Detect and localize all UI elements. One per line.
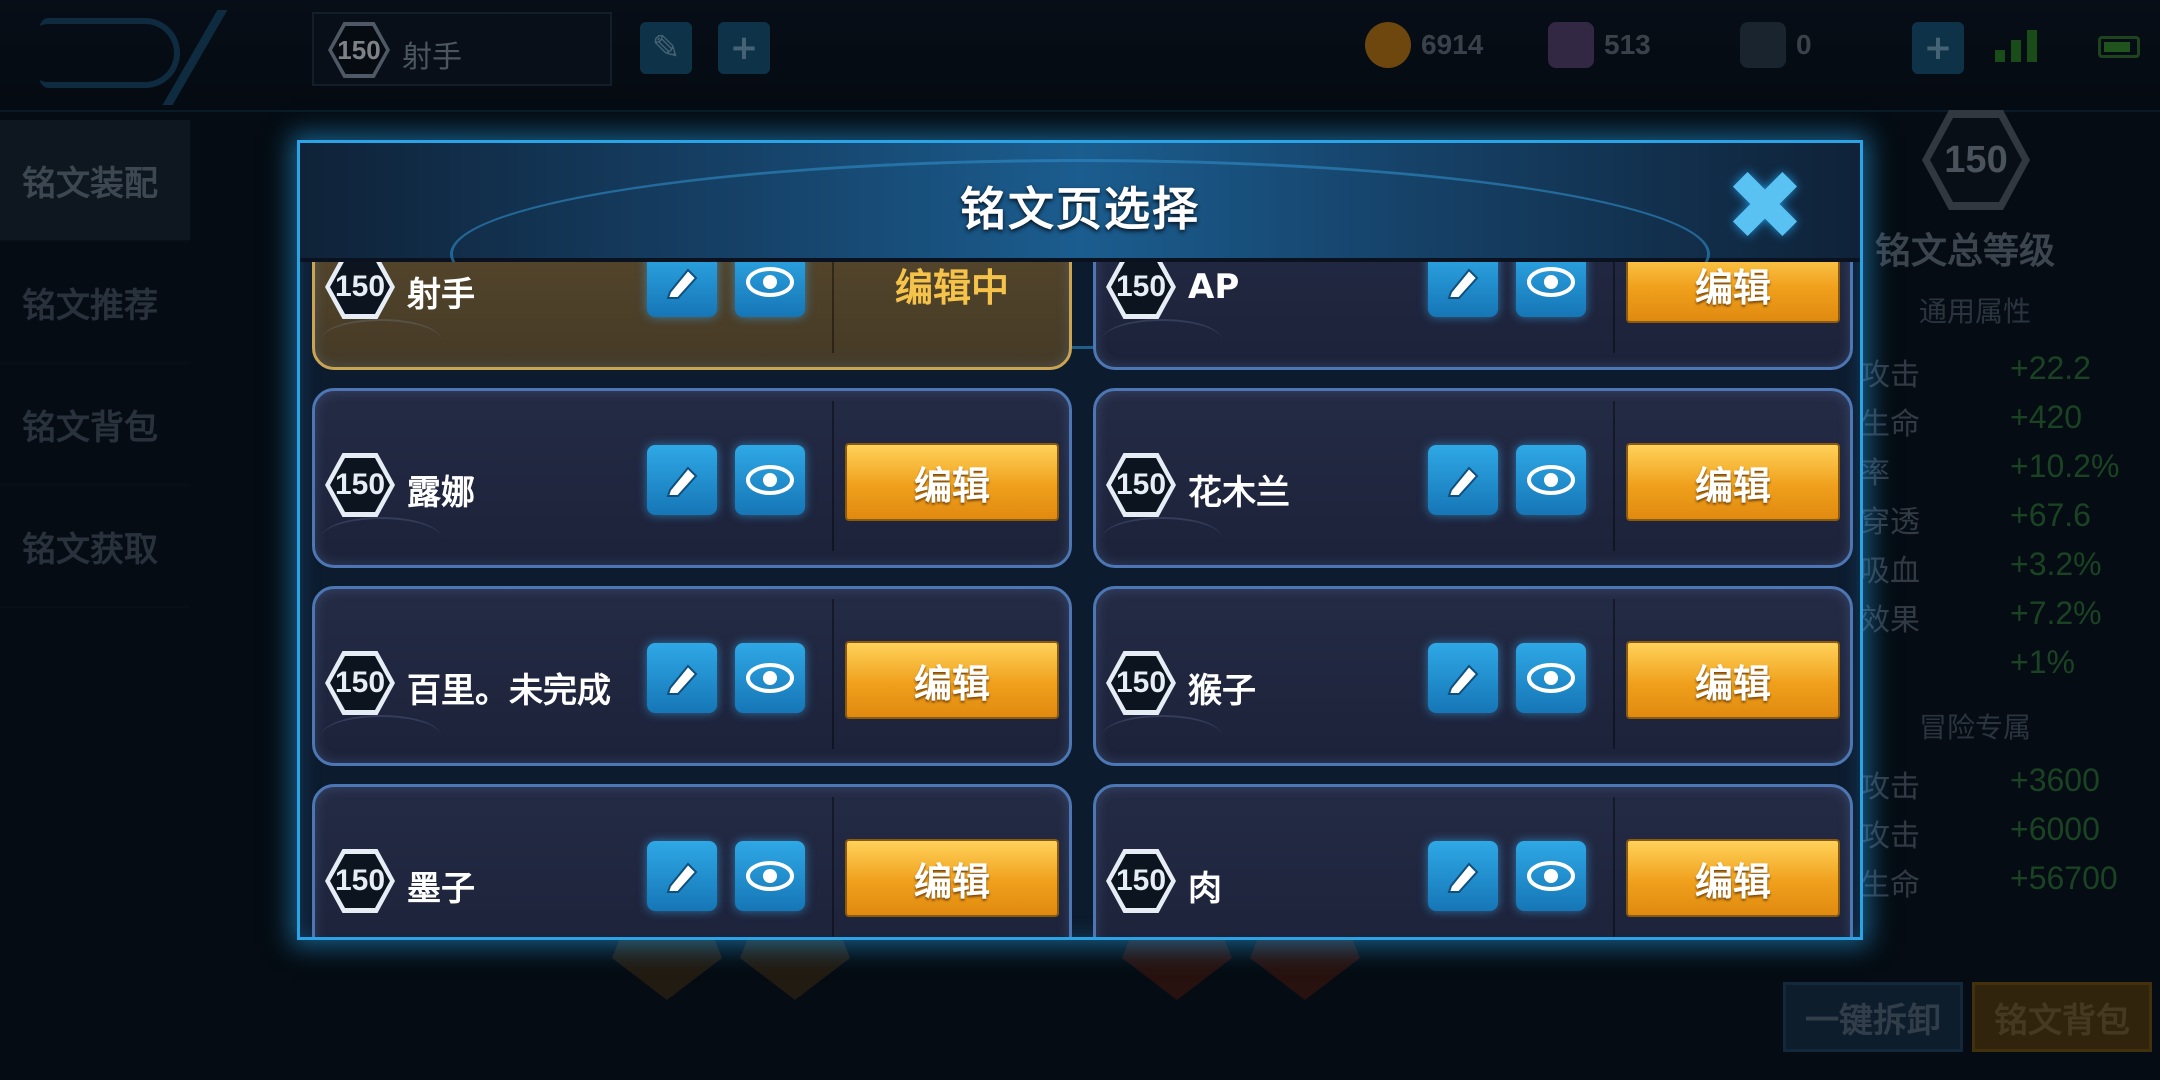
level-hex-icon: 150 (1106, 262, 1176, 319)
rune-page-name: 肉 (1188, 869, 1222, 909)
card-decoration (1102, 319, 1222, 361)
level-hex-icon: 150 (1106, 651, 1176, 715)
rune-page-select-dialog: 铭文页选择 ✖ 150 射手 编辑中 150 AP 编辑 150 露娜 编辑 1… (297, 140, 1863, 940)
divider (1613, 599, 1615, 749)
rune-page-name: 百里。未完成 (407, 671, 611, 711)
preview-button[interactable] (1516, 841, 1586, 911)
rune-page-name: 猴子 (1188, 671, 1256, 711)
level-hex-icon: 150 (325, 262, 395, 319)
pencil-icon (666, 268, 698, 299)
dialog-title: 铭文页选择 (960, 182, 1200, 236)
rename-button[interactable] (1428, 445, 1498, 515)
eye-icon (1527, 465, 1575, 495)
pencil-icon (666, 862, 698, 893)
preview-button[interactable] (1516, 643, 1586, 713)
divider (832, 401, 834, 551)
level-hex-icon: 150 (1106, 849, 1176, 913)
eye-icon (746, 465, 794, 495)
rename-button[interactable] (647, 643, 717, 713)
dialog-header: 铭文页选择 ✖ (300, 143, 1860, 349)
rename-button[interactable] (647, 262, 717, 317)
pencil-icon (1447, 664, 1479, 695)
card-decoration (1102, 517, 1222, 559)
rune-page-name: 露娜 (407, 473, 475, 513)
editing-status: 编辑中 (894, 265, 1009, 310)
level-hex-icon: 150 (325, 453, 395, 517)
eye-icon (1527, 663, 1575, 693)
divider (832, 262, 834, 353)
edit-button[interactable]: 编辑 (1626, 641, 1840, 719)
eye-icon (1527, 267, 1575, 297)
eye-icon (1527, 861, 1575, 891)
edit-button[interactable]: 编辑 (1626, 443, 1840, 521)
rune-page-card[interactable]: 150 AP 编辑 (1093, 262, 1853, 370)
divider (832, 797, 834, 937)
eye-icon (746, 267, 794, 297)
rune-page-card[interactable]: 150 花木兰 编辑 (1093, 388, 1853, 568)
edit-button[interactable]: 编辑 (1626, 262, 1840, 323)
card-decoration (321, 517, 441, 559)
preview-button[interactable] (1516, 262, 1586, 317)
rune-page-name: 花木兰 (1188, 473, 1290, 513)
eye-icon (746, 663, 794, 693)
divider (1613, 401, 1615, 551)
rune-page-card[interactable]: 150 肉 编辑 (1093, 784, 1853, 937)
rename-button[interactable] (1428, 643, 1498, 713)
preview-button[interactable] (735, 445, 805, 515)
close-button[interactable]: ✖ (1720, 150, 1810, 262)
level-hex-icon: 150 (1106, 453, 1176, 517)
divider (832, 599, 834, 749)
level-hex-icon: 150 (325, 849, 395, 913)
rune-page-name: 射手 (407, 275, 475, 315)
rename-button[interactable] (647, 445, 717, 515)
rename-button[interactable] (647, 841, 717, 911)
pencil-icon (666, 664, 698, 695)
card-decoration (1102, 715, 1222, 757)
preview-button[interactable] (735, 643, 805, 713)
edit-button[interactable]: 编辑 (1626, 839, 1840, 917)
rune-page-list[interactable]: 150 射手 编辑中 150 AP 编辑 150 露娜 编辑 150 花木兰 编… (300, 262, 1860, 937)
rune-page-name: 墨子 (407, 869, 475, 909)
divider (1613, 262, 1615, 353)
rune-page-card[interactable]: 150 猴子 编辑 (1093, 586, 1853, 766)
rune-page-name: AP (1188, 267, 1240, 307)
rune-page-card[interactable]: 150 射手 编辑中 (312, 262, 1072, 370)
divider (1613, 797, 1615, 937)
pencil-icon (1447, 862, 1479, 893)
rename-button[interactable] (1428, 841, 1498, 911)
pencil-icon (1447, 268, 1479, 299)
level-hex-icon: 150 (325, 651, 395, 715)
edit-button[interactable]: 编辑 (845, 641, 1059, 719)
preview-button[interactable] (1516, 445, 1586, 515)
edit-button[interactable]: 编辑 (845, 443, 1059, 521)
card-decoration (321, 715, 441, 757)
card-decoration (321, 319, 441, 361)
rename-button[interactable] (1428, 262, 1498, 317)
eye-icon (746, 861, 794, 891)
close-icon: ✖ (1724, 150, 1806, 262)
rune-page-card[interactable]: 150 墨子 编辑 (312, 784, 1072, 937)
preview-button[interactable] (735, 262, 805, 317)
pencil-icon (666, 466, 698, 497)
preview-button[interactable] (735, 841, 805, 911)
edit-button[interactable]: 编辑 (845, 839, 1059, 917)
pencil-icon (1447, 466, 1479, 497)
rune-page-card[interactable]: 150 百里。未完成 编辑 (312, 586, 1072, 766)
rune-page-card[interactable]: 150 露娜 编辑 (312, 388, 1072, 568)
